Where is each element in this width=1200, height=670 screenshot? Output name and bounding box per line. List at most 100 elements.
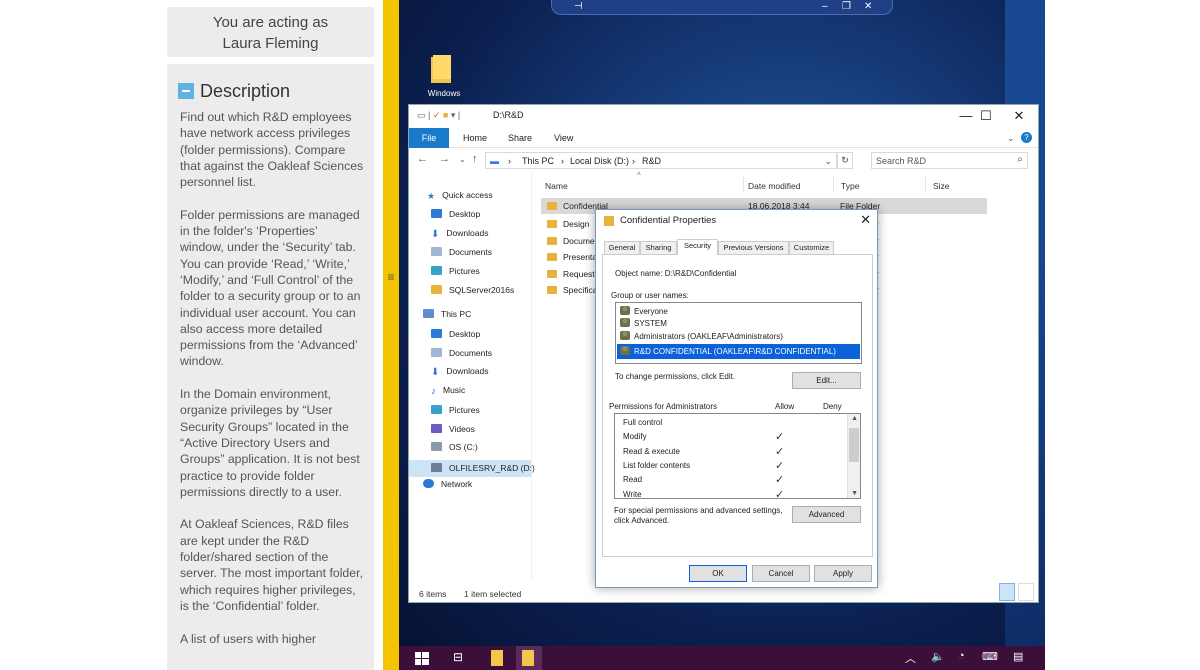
nav-item-network[interactable]: Network xyxy=(423,476,472,492)
breadcrumb-rnd[interactable]: R&D xyxy=(642,156,661,166)
nav-pane-divider[interactable] xyxy=(531,171,532,581)
scroll-down-icon[interactable]: ▼ xyxy=(851,490,858,497)
group-name: Everyone xyxy=(634,307,668,316)
group-list[interactable]: Everyone SYSTEM Administrators (OAKLEAF\… xyxy=(615,302,862,364)
file-row-specifications[interactable]: Specificat xyxy=(547,282,600,298)
column-divider[interactable] xyxy=(925,177,926,192)
panel-splitter[interactable] xyxy=(383,0,399,670)
keyboard-icon[interactable]: ⌨ xyxy=(982,650,998,663)
recent-locations-icon[interactable]: ⌄ xyxy=(459,155,466,164)
quick-access-toolbar-icon[interactable]: ▭ | ✓ ■ ▾ | xyxy=(417,110,460,121)
cancel-button[interactable]: Cancel xyxy=(752,565,810,582)
nav-item-music[interactable]: ♪ Music xyxy=(431,382,465,398)
breadcrumb-this-pc[interactable]: This PC xyxy=(522,156,554,166)
perm-write: Write xyxy=(623,490,642,499)
object-name: Object name: D:\R&D\Confidential xyxy=(615,269,737,278)
show-hidden-icons-icon[interactable]: ︿ xyxy=(905,650,916,666)
pin-icon[interactable]: ⊣ xyxy=(574,0,583,13)
scrollbar-thumb[interactable] xyxy=(849,428,859,462)
status-item-count: 6 items xyxy=(419,589,447,599)
nav-item-downloads[interactable]: ⬇ Downloads xyxy=(431,225,488,241)
close-button[interactable]: ✕ xyxy=(1002,107,1036,125)
description-header[interactable]: Description xyxy=(178,81,290,102)
tab-view[interactable]: View xyxy=(554,133,573,143)
status-selected-count: 1 item selected xyxy=(464,589,522,599)
column-divider[interactable] xyxy=(743,177,744,192)
scroll-up-icon[interactable]: ▲ xyxy=(851,415,858,422)
column-type[interactable]: Type xyxy=(841,181,859,191)
folder-taskbar-icon[interactable] xyxy=(522,650,534,666)
address-dropdown-icon[interactable]: ⌄ xyxy=(824,156,832,167)
nav-item-downloads-pc[interactable]: ⬇ Downloads xyxy=(431,363,488,379)
back-icon[interactable]: ← xyxy=(417,153,428,165)
allow-check-icon: ✓ xyxy=(775,431,785,443)
explorer-taskbar-icon[interactable] xyxy=(491,650,503,666)
nav-item-desktop-pc[interactable]: Desktop xyxy=(431,326,480,342)
nav-item-documents[interactable]: Documents xyxy=(431,244,492,260)
nav-item-this-pc[interactable]: This PC xyxy=(423,306,471,322)
network-status-icon[interactable]: ◔ xyxy=(958,650,965,662)
nav-item-quick-access[interactable]: ★ Quick access xyxy=(427,187,493,203)
maximize-button[interactable]: ☐ xyxy=(969,107,1003,125)
tab-general[interactable]: General xyxy=(604,241,640,254)
tab-security[interactable]: Security xyxy=(677,239,718,255)
ok-button[interactable]: OK xyxy=(689,565,747,582)
title-bar[interactable]: ▭ | ✓ ■ ▾ | D:\R&D — ☐ ✕ xyxy=(409,105,1038,127)
task-view-icon[interactable]: ⊟ xyxy=(453,650,463,664)
details-view-icon[interactable] xyxy=(999,583,1015,601)
tab-home[interactable]: Home xyxy=(463,133,487,143)
acting-as-box: You are acting as Laura Fleming xyxy=(167,7,374,57)
advanced-button[interactable]: Advanced xyxy=(792,506,861,523)
desktop-folder-icon[interactable] xyxy=(430,55,454,85)
file-row-presentations[interactable]: Presentat xyxy=(547,249,599,265)
nav-item-documents-pc[interactable]: Documents xyxy=(431,345,492,361)
minimize-icon[interactable]: – xyxy=(822,0,828,13)
up-icon[interactable]: ↑ xyxy=(472,153,478,165)
tab-share[interactable]: Share xyxy=(508,133,532,143)
list-item[interactable]: Administrators (OAKLEAF\Administrators) xyxy=(620,329,783,344)
notifications-icon[interactable]: ▤ xyxy=(1013,650,1023,663)
large-icons-view-icon[interactable] xyxy=(1018,583,1034,601)
file-row-documents[interactable]: Documer xyxy=(547,233,597,249)
address-bar[interactable]: ▬ › This PC › Local Disk (D:) › R&D ⌄ xyxy=(485,152,837,169)
expand-ribbon-icon[interactable]: ⌄ xyxy=(1007,133,1015,144)
restore-icon[interactable]: ❐ xyxy=(842,0,851,13)
file-row-requests[interactable]: Requests xyxy=(547,266,599,282)
desktop-folder-label[interactable]: Windows xyxy=(420,89,468,98)
volume-icon[interactable]: 🔈 xyxy=(931,650,945,663)
nav-item-pictures-pc[interactable]: Pictures xyxy=(431,402,480,418)
apply-button[interactable]: Apply xyxy=(814,565,872,582)
forward-icon[interactable]: → xyxy=(439,153,450,165)
list-item-selected[interactable]: R&D CONFIDENTIAL (OAKLEAF\R&D CONFIDENTI… xyxy=(617,344,860,359)
file-row-design[interactable]: Design xyxy=(547,216,589,232)
column-divider[interactable] xyxy=(833,177,834,192)
breadcrumb-local-disk[interactable]: Local Disk (D:) xyxy=(570,156,629,166)
nav-item-olfilesrv[interactable]: OLFILESRV_R&D (D:) xyxy=(431,460,535,476)
nav-item-os-c[interactable]: OS (C:) xyxy=(431,439,478,455)
drag-handle-icon[interactable]: ≡ xyxy=(383,270,399,284)
nav-item-desktop[interactable]: Desktop xyxy=(431,206,480,222)
search-input[interactable]: Search R&D ⌕ xyxy=(871,152,1028,169)
nav-item-pictures[interactable]: Pictures xyxy=(431,263,480,279)
permissions-list[interactable]: Full control Modify Read & execute List … xyxy=(614,413,861,499)
description-panel: Description Find out which R&D employees… xyxy=(167,64,374,670)
perm-read: Read xyxy=(623,475,643,484)
tab-customize[interactable]: Customize xyxy=(789,241,834,254)
column-size[interactable]: Size xyxy=(933,181,950,191)
start-windows-icon[interactable] xyxy=(415,652,429,665)
collapse-icon[interactable] xyxy=(178,83,194,99)
column-date-modified[interactable]: Date modified xyxy=(748,181,800,191)
close-icon[interactable]: ✕ xyxy=(864,0,872,13)
refresh-icon[interactable]: ↻ xyxy=(837,152,853,169)
help-icon[interactable]: ? xyxy=(1021,132,1032,143)
column-name[interactable]: Name xyxy=(545,181,568,191)
dialog-close-button[interactable]: ✕ xyxy=(860,212,871,228)
scrollbar[interactable]: ▲ ▼ xyxy=(847,414,860,498)
nav-item-sqlserver[interactable]: SQLServer2016s xyxy=(431,282,514,298)
allow-check-icon: ✓ xyxy=(775,446,785,458)
tab-sharing[interactable]: Sharing xyxy=(640,241,677,254)
nav-item-videos[interactable]: Videos xyxy=(431,421,475,437)
tab-previous-versions[interactable]: Previous Versions xyxy=(718,241,789,254)
tab-file[interactable]: File xyxy=(409,128,449,148)
edit-button[interactable]: Edit... xyxy=(792,372,861,389)
